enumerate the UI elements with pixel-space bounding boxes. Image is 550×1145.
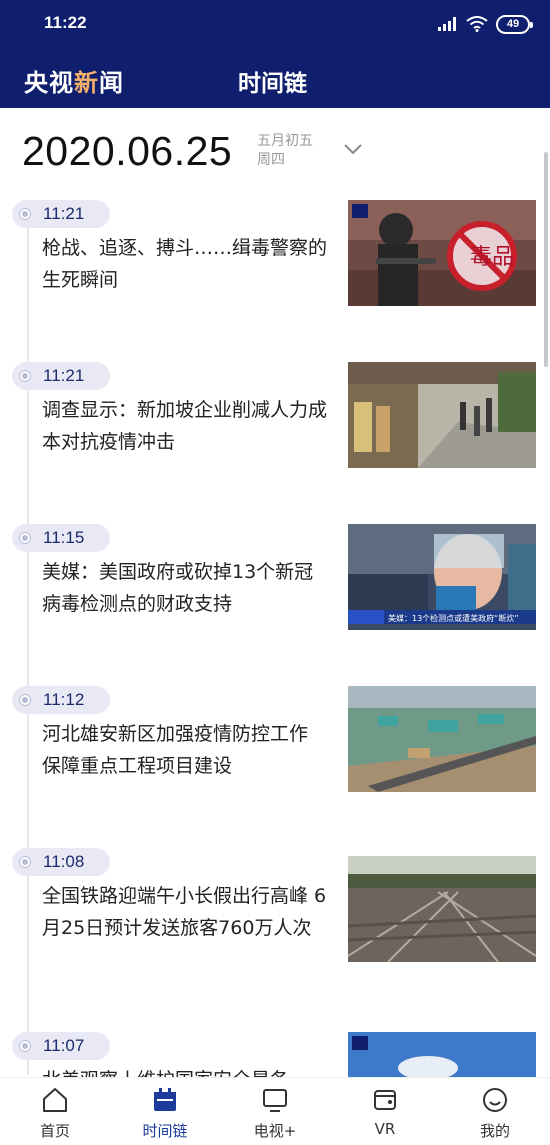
news-thumbnail[interactable] — [348, 686, 536, 792]
battery-indicator: 49 — [496, 14, 533, 34]
news-headline[interactable]: 枪战、追逐、搏斗……缉毒警察的生死瞬间 — [42, 232, 328, 296]
bottom-nav: 首页 时间链 电视+ VR 我的 — [0, 1077, 550, 1145]
nav-timeline[interactable]: 时间链 — [115, 1078, 215, 1145]
nav-label: 首页 — [39, 1122, 70, 1140]
news-thumbnail[interactable] — [348, 856, 536, 962]
news-time: 11:15 — [43, 528, 85, 547]
vr-icon — [374, 1090, 396, 1110]
lunar-date-line: 五月初五 — [257, 133, 313, 149]
nav-label: VR — [374, 1120, 396, 1138]
news-item[interactable]: 11:12 河北雄安新区加强疫情防控工作 保障重点工程项目建设 — [0, 686, 550, 826]
time-badge: 11:21 — [12, 200, 110, 228]
logo-text-end: 闻 — [99, 69, 124, 97]
status-time: 11:22 — [44, 13, 87, 32]
chevron-down-icon[interactable] — [343, 142, 363, 156]
time-badge: 11:15 — [12, 524, 110, 552]
nav-vr[interactable]: VR — [335, 1078, 435, 1145]
time-badge: 11:21 — [12, 362, 110, 390]
news-headline[interactable]: 美媒：美国政府或砍掉13个新冠病毒检测点的财政支持 — [42, 556, 328, 620]
page-title: 时间链 — [238, 71, 307, 97]
calendar-icon — [154, 1088, 176, 1111]
time-badge: 11:07 — [12, 1032, 110, 1060]
nav-label: 我的 — [479, 1122, 510, 1140]
timeline-dot — [20, 371, 30, 381]
news-time: 11:08 — [43, 852, 85, 871]
news-item[interactable]: 11:21 调查显示：新加坡企业削减人力成本对抗疫情冲击 — [0, 362, 550, 502]
timeline-dot — [20, 857, 30, 867]
lunar-date: 五月初五 周四 — [257, 132, 313, 170]
nav-home[interactable]: 首页 — [5, 1078, 105, 1145]
news-time: 11:21 — [43, 366, 85, 385]
selected-date: 2020.06.25 — [22, 128, 233, 174]
home-icon — [43, 1088, 67, 1112]
news-headline[interactable]: 北美观察丨维护国家安全是各 — [42, 1064, 328, 1077]
status-bar: 11:22 49 — [0, 0, 550, 50]
nav-profile[interactable]: 我的 — [445, 1078, 545, 1145]
nav-label: 时间链 — [142, 1122, 188, 1140]
status-icons: 49 — [438, 12, 533, 36]
news-headline[interactable]: 调查显示：新加坡企业削减人力成本对抗疫情冲击 — [42, 394, 328, 458]
news-thumbnail[interactable] — [348, 362, 536, 468]
weekday-label: 周四 — [257, 152, 285, 168]
tv-icon — [263, 1089, 287, 1112]
timeline-dot — [20, 1041, 30, 1051]
news-headline[interactable]: 全国铁路迎端午小长假出行高峰 6月25日预计发送旅客760万人次 — [42, 880, 328, 944]
news-item[interactable]: 11:07 北美观察丨维护国家安全是各 — [0, 1032, 550, 1077]
news-thumbnail[interactable] — [348, 1032, 536, 1077]
timeline-dot — [20, 695, 30, 705]
nav-label: 电视+ — [253, 1122, 297, 1140]
svg-text:毒品: 毒品 — [470, 245, 514, 270]
news-thumbnail[interactable]: 毒品 — [348, 200, 536, 306]
time-badge: 11:12 — [12, 686, 110, 714]
thumbnail-caption: 美媒：13个检测点或遭美政府“断炊” — [388, 613, 518, 623]
battery-level: 49 — [506, 18, 520, 30]
news-time: 11:12 — [43, 690, 85, 709]
timeline-dot — [20, 209, 30, 219]
timeline-dot — [20, 533, 30, 543]
news-headline[interactable]: 河北雄安新区加强疫情防控工作 保障重点工程项目建设 — [42, 718, 328, 782]
date-bar[interactable]: 2020.06.25 五月初五 周四 — [0, 108, 550, 188]
profile-icon — [483, 1088, 507, 1112]
news-time: 11:07 — [43, 1036, 85, 1055]
app-logo[interactable]: 央视新闻 — [24, 63, 124, 98]
news-item[interactable]: 11:21 枪战、追逐、搏斗……缉毒警察的生死瞬间 毒品 — [0, 200, 550, 340]
news-thumbnail[interactable]: 美媒：13个检测点或遭美政府“断炊” — [348, 524, 536, 630]
logo-text: 央视 — [24, 69, 74, 97]
title-bar: 央视新闻 时间链 — [0, 55, 550, 105]
nav-tv-plus[interactable]: 电视+ — [225, 1078, 325, 1145]
logo-accent-text: 新 — [74, 69, 99, 97]
news-time: 11:21 — [43, 204, 85, 223]
signal-icon — [438, 17, 456, 31]
wifi-icon — [466, 16, 488, 32]
app-header: 11:22 49 央视新闻 时间链 — [0, 0, 550, 108]
news-item[interactable]: 11:08 全国铁路迎端午小长假出行高峰 6月25日预计发送旅客760万人次 — [0, 848, 550, 988]
time-badge: 11:08 — [12, 848, 110, 876]
news-item[interactable]: 11:15 美媒：美国政府或砍掉13个新冠病毒检测点的财政支持 美媒：13个检测… — [0, 524, 550, 664]
